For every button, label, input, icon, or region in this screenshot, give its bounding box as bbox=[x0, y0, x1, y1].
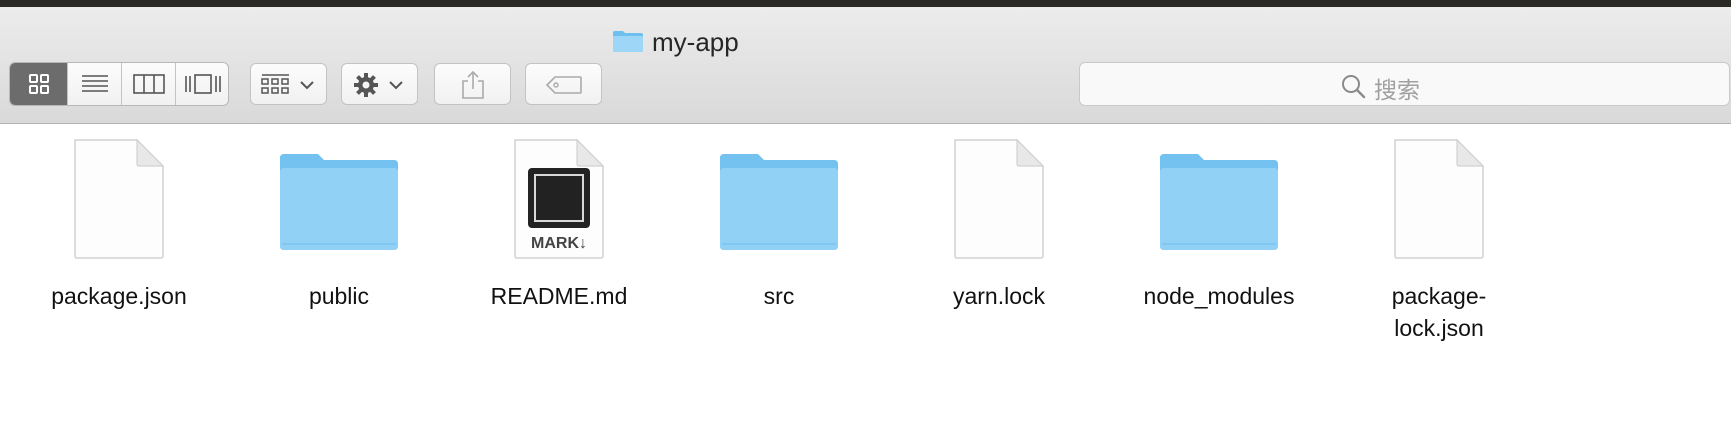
file-item-public[interactable]: public bbox=[239, 138, 439, 328]
file-item-package-lock-json[interactable]: package-lock.json bbox=[1339, 138, 1539, 341]
markdown-badge: MARK↓ bbox=[531, 235, 587, 252]
folder-icon bbox=[613, 31, 643, 52]
finder-toolbar: my-app 搜索 bbox=[0, 7, 1731, 124]
cover-flow-icon bbox=[185, 74, 221, 94]
tags-button[interactable] bbox=[525, 63, 602, 105]
markdown-document-icon: MARK↓ bbox=[514, 138, 605, 259]
window-title: my-app bbox=[652, 27, 739, 57]
folder-icon bbox=[280, 154, 398, 250]
list-view-button[interactable] bbox=[68, 63, 122, 105]
file-name: README.md bbox=[490, 283, 628, 309]
search-field[interactable]: 搜索 bbox=[1079, 62, 1730, 106]
file-name: yarn.lock bbox=[952, 283, 1046, 309]
search-icon bbox=[1342, 75, 1366, 99]
file-item-yarn-lock[interactable]: yarn.lock bbox=[899, 138, 1099, 328]
view-mode-segmented-control bbox=[9, 62, 229, 106]
file-name: package-lock.json bbox=[1391, 283, 1487, 341]
file-item-src[interactable]: src bbox=[679, 138, 879, 328]
window-title-bar: my-app bbox=[0, 21, 1400, 57]
folder-icon bbox=[1160, 154, 1278, 250]
file-name: node_modules bbox=[1143, 283, 1295, 309]
document-icon bbox=[954, 138, 1045, 259]
tag-icon bbox=[545, 76, 582, 94]
file-icon-grid: package.json public MARK↓ README.md src bbox=[0, 124, 1731, 440]
arrange-button[interactable] bbox=[250, 63, 327, 105]
list-icon bbox=[81, 75, 108, 92]
cover-flow-view-button[interactable] bbox=[176, 63, 228, 105]
share-icon bbox=[462, 70, 484, 99]
action-menu-button[interactable] bbox=[341, 63, 418, 105]
file-name: public bbox=[308, 283, 370, 309]
file-name: package.json bbox=[51, 283, 187, 309]
icon-view-button[interactable] bbox=[10, 63, 68, 105]
file-name: src bbox=[763, 283, 795, 309]
search-placeholder: 搜索 bbox=[1374, 77, 1420, 103]
window-top-edge bbox=[0, 0, 1731, 7]
file-item-node-modules[interactable]: node_modules bbox=[1119, 138, 1319, 328]
document-icon bbox=[1394, 138, 1485, 259]
folder-icon bbox=[720, 154, 838, 250]
share-button[interactable] bbox=[434, 63, 511, 105]
file-item-package-json[interactable]: package.json bbox=[19, 138, 219, 328]
document-icon bbox=[74, 138, 165, 259]
column-view-button[interactable] bbox=[122, 63, 176, 105]
columns-icon bbox=[132, 74, 165, 94]
gear-icon bbox=[354, 73, 403, 97]
arrange-grid-icon bbox=[261, 74, 314, 94]
file-item-readme-md[interactable]: MARK↓ README.md bbox=[459, 138, 659, 328]
grid-icon bbox=[28, 74, 49, 94]
